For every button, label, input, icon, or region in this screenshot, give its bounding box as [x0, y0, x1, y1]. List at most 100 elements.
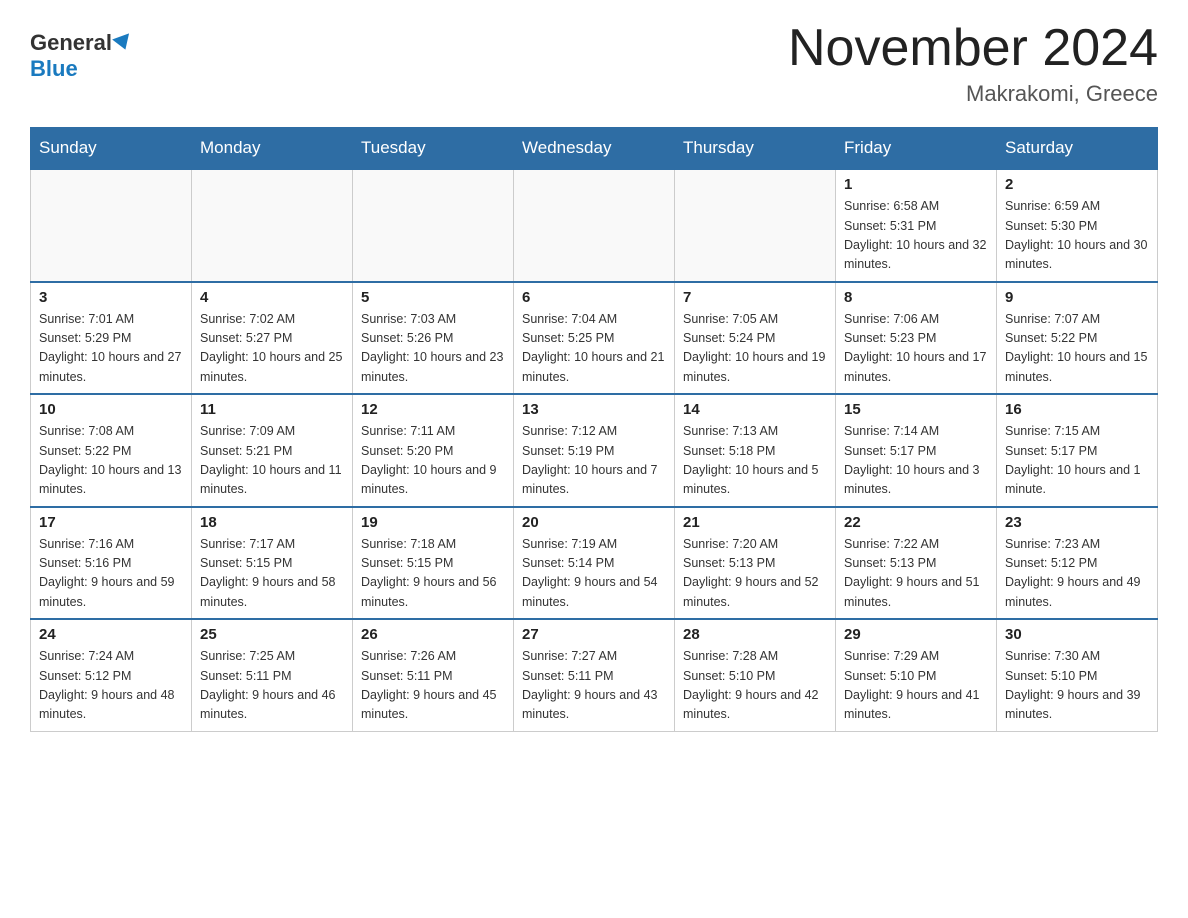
day-number: 10: [39, 401, 183, 418]
calendar-cell: 7 Sunrise: 7:05 AM Sunset: 5:24 PM Daylig…: [675, 282, 836, 395]
day-number: 18: [200, 514, 344, 531]
calendar-title: November 2024: [788, 20, 1158, 77]
day-number: 4: [200, 289, 344, 306]
logo-text-row1: General: [30, 30, 132, 56]
header-sunday: Sunday: [31, 128, 192, 170]
day-number: 14: [683, 401, 827, 418]
calendar-week-row: 10 Sunrise: 7:08 AM Sunset: 5:22 PM Dayli…: [31, 394, 1158, 507]
day-sun-info: Sunrise: 7:16 AM Sunset: 5:16 PM Dayligh…: [39, 535, 183, 613]
calendar-cell: [514, 169, 675, 282]
header-monday: Monday: [192, 128, 353, 170]
day-sun-info: Sunrise: 7:05 AM Sunset: 5:24 PM Dayligh…: [683, 310, 827, 388]
calendar-cell: 1Sunrise: 6:58 AM Sunset: 5:31 PM Daylig…: [836, 169, 997, 282]
day-sun-info: Sunrise: 7:17 AM Sunset: 5:15 PM Dayligh…: [200, 535, 344, 613]
calendar-cell: 30 Sunrise: 7:30 AM Sunset: 5:10 PM Dayli…: [997, 619, 1158, 731]
calendar-subtitle: Makrakomi, Greece: [788, 81, 1158, 107]
calendar-week-row: 1Sunrise: 6:58 AM Sunset: 5:31 PM Daylig…: [31, 169, 1158, 282]
calendar-cell: 27Sunrise: 7:27 AM Sunset: 5:11 PM Dayli…: [514, 619, 675, 731]
calendar-cell: 22 Sunrise: 7:22 AM Sunset: 5:13 PM Dayli…: [836, 507, 997, 620]
day-sun-info: Sunrise: 7:02 AM Sunset: 5:27 PM Dayligh…: [200, 310, 344, 388]
day-number: 11: [200, 401, 344, 418]
day-number: 16: [1005, 401, 1149, 418]
header-friday: Friday: [836, 128, 997, 170]
day-number: 29: [844, 626, 988, 643]
day-number: 19: [361, 514, 505, 531]
day-sun-info: Sunrise: 7:07 AM Sunset: 5:22 PM Dayligh…: [1005, 310, 1149, 388]
day-sun-info: Sunrise: 7:14 AM Sunset: 5:17 PM Dayligh…: [844, 422, 988, 500]
day-number: 24: [39, 626, 183, 643]
day-sun-info: Sunrise: 7:06 AM Sunset: 5:23 PM Dayligh…: [844, 310, 988, 388]
day-sun-info: Sunrise: 7:15 AM Sunset: 5:17 PM Dayligh…: [1005, 422, 1149, 500]
day-number: 25: [200, 626, 344, 643]
day-number: 28: [683, 626, 827, 643]
calendar-table: Sunday Monday Tuesday Wednesday Thursday…: [30, 127, 1158, 732]
day-sun-info: Sunrise: 7:22 AM Sunset: 5:13 PM Dayligh…: [844, 535, 988, 613]
day-sun-info: Sunrise: 7:24 AM Sunset: 5:12 PM Dayligh…: [39, 647, 183, 725]
calendar-cell: 4 Sunrise: 7:02 AM Sunset: 5:27 PM Daylig…: [192, 282, 353, 395]
logo-text-row2: Blue: [30, 56, 78, 82]
day-sun-info: Sunrise: 7:01 AM Sunset: 5:29 PM Dayligh…: [39, 310, 183, 388]
page-header: General Blue November 2024 Makrakomi, Gr…: [30, 20, 1158, 107]
day-sun-info: Sunrise: 7:04 AM Sunset: 5:25 PM Dayligh…: [522, 310, 666, 388]
day-sun-info: Sunrise: 7:11 AM Sunset: 5:20 PM Dayligh…: [361, 422, 505, 500]
header-wednesday: Wednesday: [514, 128, 675, 170]
day-number: 1: [844, 176, 988, 193]
day-sun-info: Sunrise: 7:03 AM Sunset: 5:26 PM Dayligh…: [361, 310, 505, 388]
calendar-cell: 12 Sunrise: 7:11 AM Sunset: 5:20 PM Dayli…: [353, 394, 514, 507]
day-sun-info: Sunrise: 7:18 AM Sunset: 5:15 PM Dayligh…: [361, 535, 505, 613]
day-number: 15: [844, 401, 988, 418]
calendar-cell: 16 Sunrise: 7:15 AM Sunset: 5:17 PM Dayli…: [997, 394, 1158, 507]
logo: General Blue: [30, 30, 132, 82]
calendar-cell: 3 Sunrise: 7:01 AM Sunset: 5:29 PM Daylig…: [31, 282, 192, 395]
calendar-cell: 17 Sunrise: 7:16 AM Sunset: 5:16 PM Dayli…: [31, 507, 192, 620]
day-sun-info: Sunrise: 7:29 AM Sunset: 5:10 PM Dayligh…: [844, 647, 988, 725]
calendar-cell: 29 Sunrise: 7:29 AM Sunset: 5:10 PM Dayli…: [836, 619, 997, 731]
day-number: 8: [844, 289, 988, 306]
day-sun-info: Sunrise: 7:13 AM Sunset: 5:18 PM Dayligh…: [683, 422, 827, 500]
calendar-header-row: Sunday Monday Tuesday Wednesday Thursday…: [31, 128, 1158, 170]
calendar-cell: [353, 169, 514, 282]
header-saturday: Saturday: [997, 128, 1158, 170]
logo-blue: Blue: [30, 56, 78, 82]
calendar-cell: 21Sunrise: 7:20 AM Sunset: 5:13 PM Dayli…: [675, 507, 836, 620]
calendar-cell: 13Sunrise: 7:12 AM Sunset: 5:19 PM Dayli…: [514, 394, 675, 507]
logo-triangle-icon: [112, 33, 134, 52]
calendar-cell: 23Sunrise: 7:23 AM Sunset: 5:12 PM Dayli…: [997, 507, 1158, 620]
calendar-cell: 6 Sunrise: 7:04 AM Sunset: 5:25 PM Daylig…: [514, 282, 675, 395]
day-number: 22: [844, 514, 988, 531]
day-number: 5: [361, 289, 505, 306]
day-number: 2: [1005, 176, 1149, 193]
day-sun-info: Sunrise: 7:23 AM Sunset: 5:12 PM Dayligh…: [1005, 535, 1149, 613]
calendar-cell: [31, 169, 192, 282]
calendar-cell: 5 Sunrise: 7:03 AM Sunset: 5:26 PM Daylig…: [353, 282, 514, 395]
calendar-cell: 20Sunrise: 7:19 AM Sunset: 5:14 PM Dayli…: [514, 507, 675, 620]
day-sun-info: Sunrise: 7:19 AM Sunset: 5:14 PM Dayligh…: [522, 535, 666, 613]
logo-general: General: [30, 30, 112, 55]
day-sun-info: Sunrise: 7:09 AM Sunset: 5:21 PM Dayligh…: [200, 422, 344, 500]
calendar-week-row: 3 Sunrise: 7:01 AM Sunset: 5:29 PM Daylig…: [31, 282, 1158, 395]
day-number: 12: [361, 401, 505, 418]
day-number: 7: [683, 289, 827, 306]
calendar-cell: 11 Sunrise: 7:09 AM Sunset: 5:21 PM Dayli…: [192, 394, 353, 507]
calendar-cell: 28 Sunrise: 7:28 AM Sunset: 5:10 PM Dayli…: [675, 619, 836, 731]
day-sun-info: Sunrise: 7:28 AM Sunset: 5:10 PM Dayligh…: [683, 647, 827, 725]
day-sun-info: Sunrise: 7:08 AM Sunset: 5:22 PM Dayligh…: [39, 422, 183, 500]
calendar-cell: 24 Sunrise: 7:24 AM Sunset: 5:12 PM Dayli…: [31, 619, 192, 731]
day-sun-info: Sunrise: 7:12 AM Sunset: 5:19 PM Dayligh…: [522, 422, 666, 500]
calendar-cell: 25 Sunrise: 7:25 AM Sunset: 5:11 PM Dayli…: [192, 619, 353, 731]
day-number: 17: [39, 514, 183, 531]
day-sun-info: Sunrise: 7:20 AM Sunset: 5:13 PM Dayligh…: [683, 535, 827, 613]
calendar-cell: 26Sunrise: 7:26 AM Sunset: 5:11 PM Dayli…: [353, 619, 514, 731]
title-block: November 2024 Makrakomi, Greece: [788, 20, 1158, 107]
calendar-cell: 18 Sunrise: 7:17 AM Sunset: 5:15 PM Dayli…: [192, 507, 353, 620]
day-sun-info: Sunrise: 7:30 AM Sunset: 5:10 PM Dayligh…: [1005, 647, 1149, 725]
day-number: 3: [39, 289, 183, 306]
day-number: 30: [1005, 626, 1149, 643]
day-sun-info: Sunrise: 7:27 AM Sunset: 5:11 PM Dayligh…: [522, 647, 666, 725]
day-sun-info: Sunrise: 7:25 AM Sunset: 5:11 PM Dayligh…: [200, 647, 344, 725]
day-sun-info: Sunrise: 6:59 AM Sunset: 5:30 PM Dayligh…: [1005, 197, 1149, 275]
calendar-cell: 14 Sunrise: 7:13 AM Sunset: 5:18 PM Dayli…: [675, 394, 836, 507]
day-number: 6: [522, 289, 666, 306]
calendar-week-row: 17 Sunrise: 7:16 AM Sunset: 5:16 PM Dayli…: [31, 507, 1158, 620]
calendar-week-row: 24 Sunrise: 7:24 AM Sunset: 5:12 PM Dayli…: [31, 619, 1158, 731]
